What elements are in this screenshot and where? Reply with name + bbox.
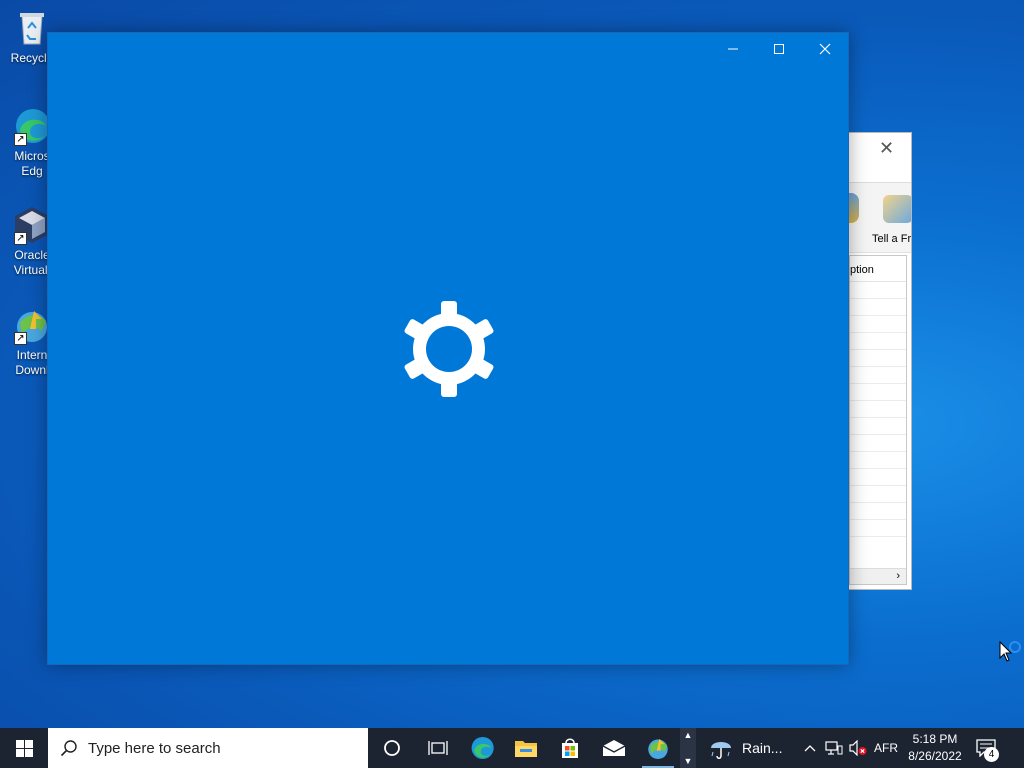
list-item bbox=[850, 486, 906, 503]
chevron-up-icon bbox=[804, 745, 816, 752]
shortcut-arrow-icon: ↗ bbox=[14, 332, 27, 345]
list-item bbox=[850, 367, 906, 384]
taskbar-scroll-buttons[interactable]: ▲ ▼ bbox=[680, 728, 696, 768]
input-language-indicator[interactable]: AFR bbox=[870, 728, 902, 768]
chevron-up-icon[interactable]: ▲ bbox=[684, 730, 693, 740]
tell-a-friend-button[interactable]: Tell a Fri bbox=[872, 233, 911, 245]
horizontal-scrollbar[interactable]: › bbox=[850, 568, 906, 584]
list-item bbox=[850, 418, 906, 435]
virtualbox-icon: ↗ bbox=[12, 205, 52, 245]
background-app-window[interactable]: ✕ er Tell a Fri ption › bbox=[846, 132, 912, 590]
list-item bbox=[850, 350, 906, 367]
list-item bbox=[850, 316, 906, 333]
volume-button[interactable] bbox=[846, 728, 870, 768]
language-label: AFR bbox=[874, 741, 898, 755]
edge-icon: ↗ bbox=[12, 106, 52, 146]
background-window-titlebar[interactable]: ✕ bbox=[847, 133, 911, 183]
tell-a-friend-icon bbox=[883, 195, 911, 223]
maximize-icon bbox=[774, 44, 784, 54]
list-column-header[interactable]: ption bbox=[850, 256, 906, 282]
close-button[interactable] bbox=[802, 33, 848, 65]
notification-count-badge: 4 bbox=[984, 747, 999, 762]
close-icon bbox=[819, 43, 831, 55]
clock-time: 5:18 PM bbox=[912, 732, 958, 746]
windows-logo-icon bbox=[15, 739, 33, 757]
shortcut-arrow-icon: ↗ bbox=[14, 232, 27, 245]
weather-text: Rain... bbox=[742, 740, 783, 756]
show-hidden-icons-button[interactable] bbox=[798, 728, 822, 768]
edge-icon bbox=[471, 736, 494, 760]
minimize-button[interactable] bbox=[710, 33, 756, 65]
taskbar-store-button[interactable] bbox=[548, 728, 592, 768]
recycle-bin-icon bbox=[12, 8, 52, 48]
internet-download-manager-icon bbox=[648, 738, 668, 760]
list-item bbox=[850, 520, 906, 537]
file-explorer-icon bbox=[515, 741, 537, 757]
taskbar: Type here to search ▲ ▼ Rain... AFR 5:18 bbox=[0, 728, 1024, 768]
chevron-down-icon[interactable]: ▼ bbox=[684, 756, 693, 766]
taskbar-search-box[interactable]: Type here to search bbox=[48, 728, 368, 768]
taskbar-mail-button[interactable] bbox=[592, 728, 636, 768]
list-item bbox=[850, 282, 906, 299]
list-item bbox=[850, 401, 906, 418]
background-window-list[interactable]: ption › bbox=[849, 255, 907, 585]
maximize-button[interactable] bbox=[756, 33, 802, 65]
settings-window[interactable] bbox=[47, 32, 849, 665]
taskbar-file-explorer-button[interactable] bbox=[504, 728, 548, 768]
shortcut-arrow-icon: ↗ bbox=[14, 133, 27, 146]
clock-date: 8/26/2022 bbox=[908, 749, 962, 763]
start-button[interactable] bbox=[0, 728, 48, 768]
list-item bbox=[850, 384, 906, 401]
cortana-icon bbox=[384, 740, 400, 756]
network-status-button[interactable] bbox=[822, 728, 846, 768]
internet-download-manager-icon: ↗ bbox=[12, 305, 52, 345]
speaker-muted-icon bbox=[849, 740, 867, 756]
list-item bbox=[850, 503, 906, 520]
mail-icon bbox=[602, 740, 626, 756]
list-item bbox=[850, 333, 906, 350]
task-view-icon bbox=[428, 741, 448, 755]
background-window-close-button[interactable]: ✕ bbox=[879, 138, 894, 159]
list-item bbox=[850, 469, 906, 486]
list-item bbox=[850, 299, 906, 316]
gear-icon bbox=[399, 299, 499, 399]
scroll-right-arrow[interactable]: › bbox=[896, 570, 900, 582]
search-placeholder: Type here to search bbox=[88, 739, 221, 757]
search-icon bbox=[60, 740, 77, 757]
taskbar-edge-button[interactable] bbox=[460, 728, 504, 768]
list-item bbox=[850, 435, 906, 452]
task-view-button[interactable] bbox=[416, 728, 460, 768]
taskbar-internet-download-manager-button[interactable] bbox=[636, 728, 680, 768]
store-icon bbox=[562, 738, 578, 758]
busy-cursor-icon bbox=[998, 640, 1022, 666]
weather-widget[interactable]: Rain... bbox=[708, 736, 798, 760]
network-icon bbox=[825, 741, 843, 755]
list-item bbox=[850, 452, 906, 469]
action-center-button[interactable]: 4 bbox=[968, 728, 1004, 768]
umbrella-rain-icon bbox=[711, 742, 731, 759]
background-window-toolbar: er Tell a Fri bbox=[847, 183, 911, 253]
taskbar-clock[interactable]: 5:18 PM 8/26/2022 bbox=[902, 731, 968, 765]
cortana-button[interactable] bbox=[368, 728, 416, 768]
minimize-icon bbox=[728, 48, 738, 50]
